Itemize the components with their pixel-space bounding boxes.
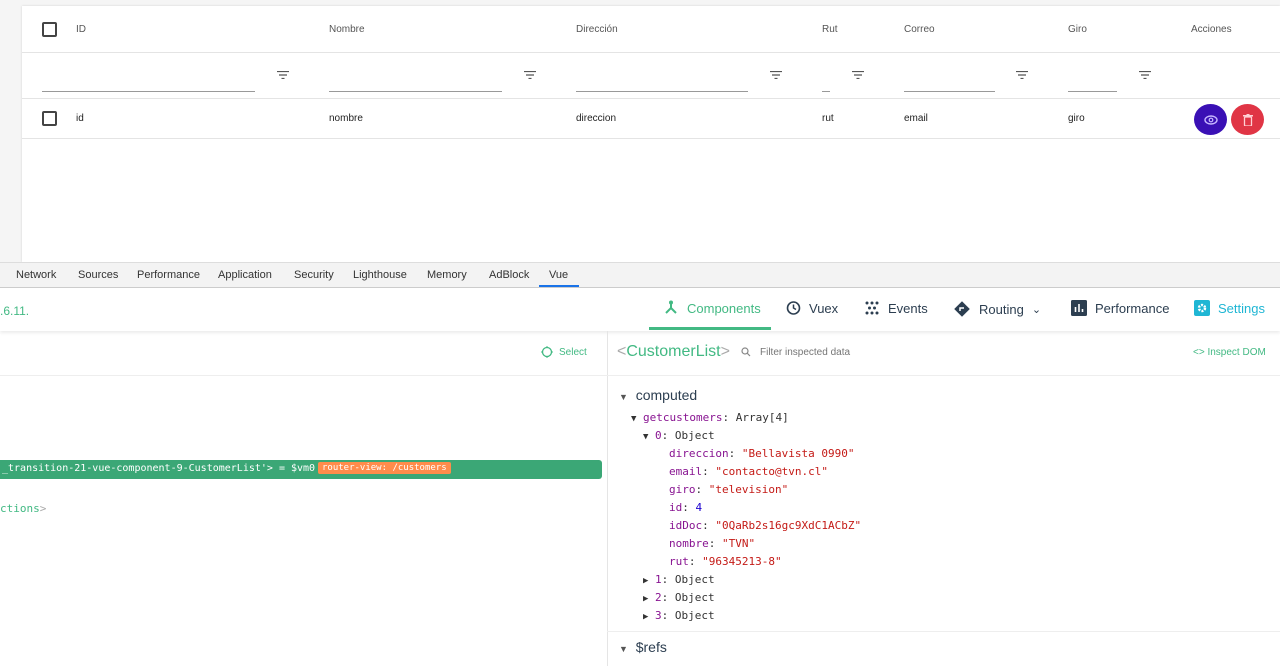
devtools-tab-memory[interactable]: Memory [427,269,467,281]
tree-node-item-1[interactable]: ▶ 1: Object [643,573,715,586]
inspected-component-name: <CustomerList> [617,343,730,360]
vue-tab-events[interactable]: Events [864,300,928,316]
filter-icon[interactable] [277,71,289,79]
tree-field-direccion: direccion: "Bellavista 0990" [669,447,855,460]
vue-tab-vuex[interactable]: Vuex [785,300,838,316]
tree-field-id: id: 4 [669,501,703,514]
devtools-tab-performance[interactable]: Performance [137,269,200,281]
computed-section-toggle[interactable]: ▼ computed [619,387,697,403]
cell-rut: rut [822,113,834,124]
tree-field-email: email: "contacto@tvn.cl" [669,465,828,478]
cell-id: id [76,113,84,124]
select-label: Select [559,346,587,358]
divider [22,98,1280,99]
router-view-badge: router-view: /customers [318,462,451,474]
devtools-tab-sources[interactable]: Sources [78,269,118,281]
select-all-checkbox[interactable] [42,22,57,37]
routing-icon [953,300,971,318]
cell-nombre: nombre [329,113,363,124]
tree-node-item-2[interactable]: ▶ 2: Object [643,591,715,604]
tab-label: Performance [1095,300,1170,316]
crosshair-icon [541,346,553,358]
selected-component-row[interactable]: _transition-21-vue-component-9-CustomerL… [0,460,602,479]
inspect-dom-button[interactable]: <> Inspect DOM [1193,347,1266,358]
divider [22,138,1280,139]
app-area [0,0,1280,262]
tree-field-rut: rut: "96345213-8" [669,555,782,568]
delete-button[interactable] [1231,104,1264,135]
filter-icon[interactable] [852,71,864,79]
divider [607,631,1280,632]
chart-icon [1071,300,1087,316]
header-correo[interactable]: Correo [904,24,935,35]
tab-label: Events [888,300,928,316]
row-checkbox[interactable] [42,111,57,126]
vue-tab-performance[interactable]: Performance [1071,300,1169,316]
devtools-tab-lighthouse[interactable]: Lighthouse [353,269,407,281]
tree-field-iddoc: idDoc: "0QaRb2s16gc9XdC1ACbZ" [669,519,862,532]
filter-input-5[interactable] [1068,91,1117,92]
select-button[interactable]: Select [541,346,587,358]
header-direccion[interactable]: Dirección [576,24,618,35]
vue-version: .6.11. [0,304,30,318]
active-tab-indicator [649,327,771,330]
search-icon [741,347,751,357]
view-button[interactable] [1194,104,1227,135]
divider [22,52,1280,53]
tree-node-item-3[interactable]: ▶ 3: Object [643,609,715,622]
devtools-tab-security[interactable]: Security [294,269,334,281]
component-name: _transition-21-vue-component-9-CustomerL… [2,463,316,474]
code-icon: <> [1193,347,1208,358]
tree-field-giro: giro: "television" [669,483,789,496]
devtools-tab-adblock[interactable]: AdBlock [489,269,529,281]
filter-icon[interactable] [770,71,782,79]
header-rut[interactable]: Rut [822,24,838,35]
history-icon [785,300,801,316]
cell-giro: giro [1068,113,1085,124]
chevron-down-icon: ⌄ [1031,303,1042,316]
tab-label: Routing [979,301,1024,317]
cell-email: email [904,113,928,124]
tab-label: Vuex [809,300,839,316]
tab-label: Settings [1218,300,1265,316]
vue-tab-components[interactable]: Components [663,300,761,316]
tree-field-nombre: nombre: "TVN" [669,537,756,550]
vue-tab-routing[interactable]: Routing ⌄ [953,300,1041,318]
tree-node-item-0[interactable]: ▼ 0: Object [643,429,715,442]
eye-icon [1203,114,1218,125]
header-giro[interactable]: Giro [1068,24,1087,35]
devtools-tab-network[interactable]: Network [16,269,56,281]
tree-node-getcustomers[interactable]: ▼ getcustomers: Array[4] [631,411,789,424]
events-icon [864,300,880,316]
devtools-tab-vue[interactable]: Vue [549,269,568,281]
filter-icon[interactable] [1139,71,1151,79]
filter-input-3[interactable] [822,91,830,92]
filter-input-2[interactable] [576,91,748,92]
component-name: ctions [0,502,40,515]
active-devtools-tab-indicator [539,285,579,287]
refs-section-toggle[interactable]: ▼ $refs [619,639,667,655]
filter-input-4[interactable] [904,91,995,92]
inspect-dom-label: Inspect DOM [1207,347,1266,358]
filter-icon[interactable] [524,71,536,79]
filter-icon[interactable] [1016,71,1028,79]
devtools-tabbar: Network Sources Performance Application Secu… [0,262,1280,288]
filter-inspected-input[interactable] [760,342,1060,362]
header-nombre[interactable]: Nombre [329,24,365,35]
component-row[interactable]: ctions> [0,502,46,515]
components-icon [663,300,679,316]
filter-input-0[interactable] [42,91,255,92]
gear-icon [1194,300,1210,316]
customer-table [22,6,1280,262]
filter-input-1[interactable] [329,91,502,92]
header-id[interactable]: ID [76,24,86,35]
header-acciones: Acciones [1191,24,1232,35]
trash-icon [1242,113,1253,126]
cell-direccion: direccion [576,113,617,124]
tab-label: Components [687,300,761,316]
split-divider[interactable] [607,331,608,666]
divider [0,375,1280,376]
devtools-tab-application[interactable]: Application [218,269,272,281]
vue-tab-settings[interactable]: Settings [1194,300,1265,316]
